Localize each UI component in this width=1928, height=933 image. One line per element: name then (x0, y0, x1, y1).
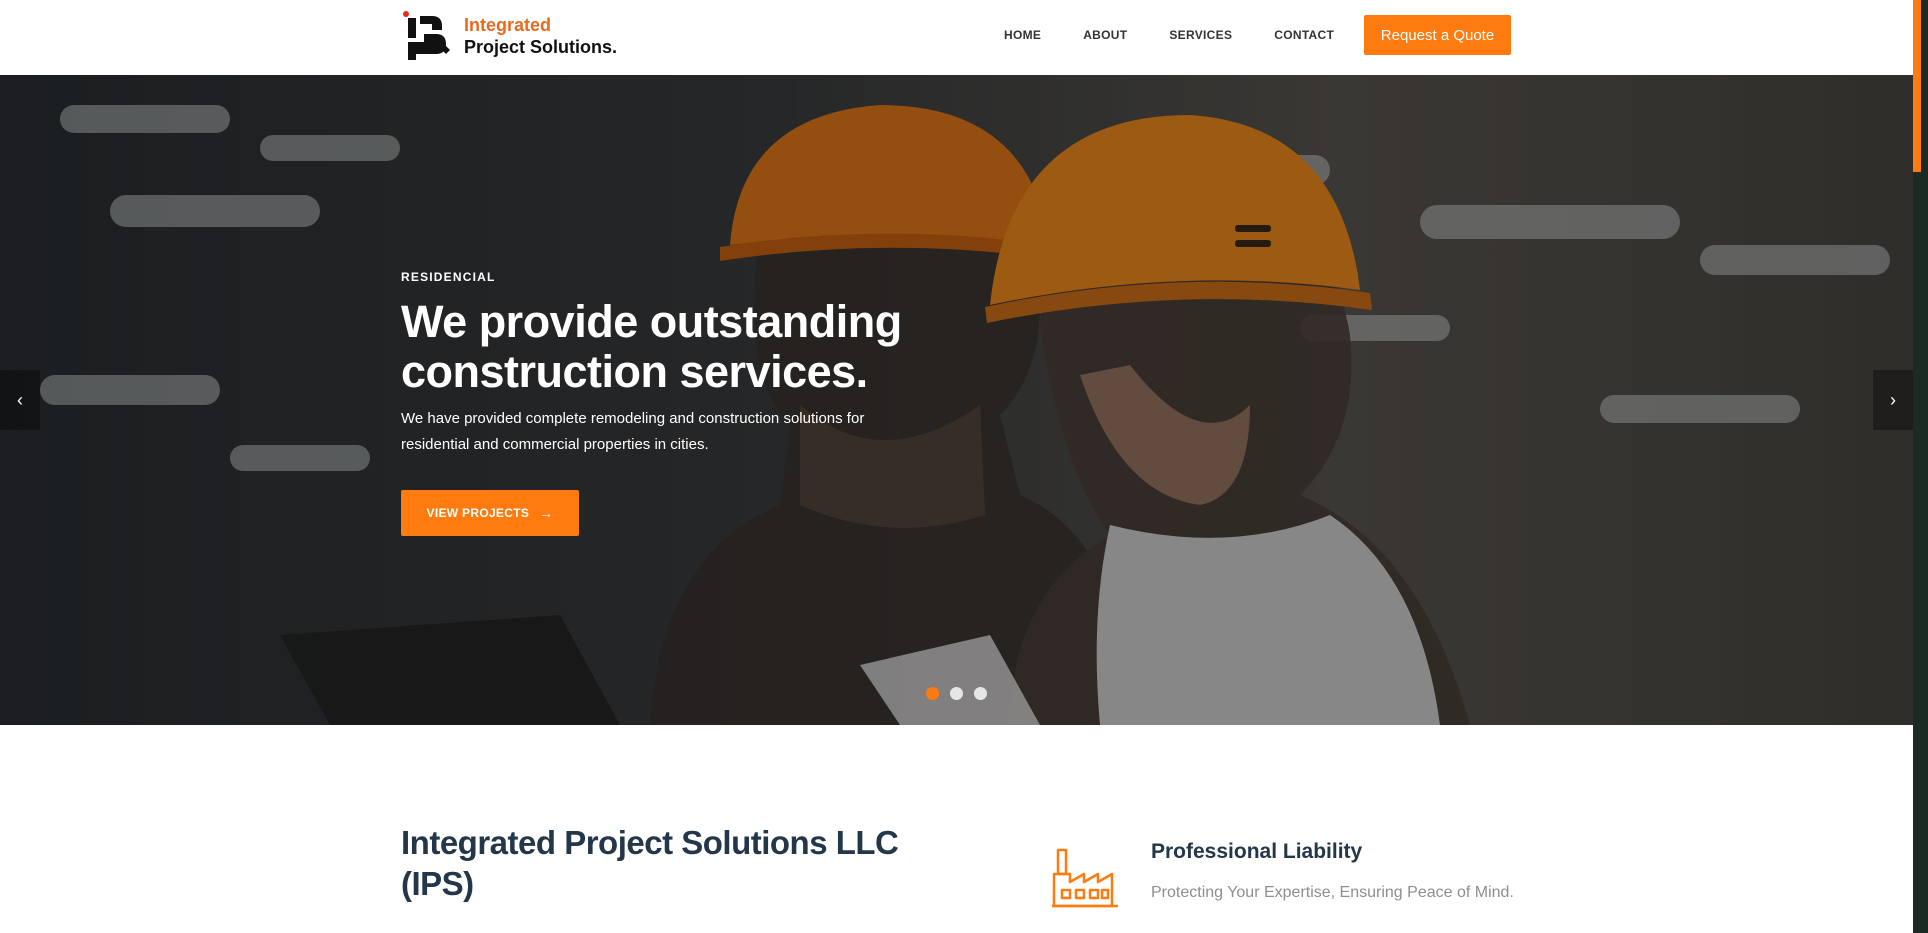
site-header: Integrated Project Solutions. HOME ABOUT… (0, 0, 1913, 75)
chevron-right-icon: › (1890, 389, 1896, 410)
arrow-right-icon: → (539, 505, 554, 521)
request-quote-button[interactable]: Request a Quote (1364, 15, 1511, 55)
company-title: Integrated Project Solutions LLC (IPS) (401, 824, 899, 902)
hero-slider: RESIDENCIAL We provide outstanding const… (0, 75, 1913, 725)
main-nav: HOME ABOUT SERVICES CONTACT (1004, 0, 1376, 70)
logo-mark-icon (403, 11, 450, 60)
chevron-left-icon: ‹ (17, 389, 23, 410)
logo-text-primary: Integrated (464, 15, 552, 35)
nav-item-home[interactable]: HOME (1004, 28, 1041, 42)
view-projects-button[interactable]: VIEW PROJECTS → (401, 490, 579, 536)
hero-description: We have provided complete remodeling and… (401, 410, 865, 453)
feature-description: Protecting Your Expertise, Ensuring Peac… (1151, 884, 1514, 901)
slider-dot-1[interactable] (926, 687, 939, 700)
slider-prev-button[interactable]: ‹ (0, 370, 40, 430)
slider-dot-3[interactable] (974, 687, 987, 700)
nav-item-contact[interactable]: CONTACT (1274, 28, 1334, 42)
page-scrollbar[interactable] (1913, 0, 1928, 933)
hero-dark-overlay (0, 75, 1913, 725)
nav-item-services[interactable]: SERVICES (1169, 28, 1232, 42)
nav-item-about[interactable]: ABOUT (1083, 28, 1127, 42)
view-projects-label: VIEW PROJECTS (426, 506, 530, 520)
logo-text-secondary: Project Solutions. (464, 37, 618, 57)
hero-eyebrow: RESIDENCIAL (401, 270, 496, 284)
slider-next-button[interactable]: › (1873, 370, 1913, 430)
scrollbar-thumb[interactable] (1913, 0, 1921, 172)
site-logo[interactable]: Integrated Project Solutions. (402, 10, 617, 62)
factory-icon (1052, 848, 1118, 908)
feature-title: Professional Liability (1151, 840, 1363, 863)
hero-title: We provide outstanding construction serv… (401, 296, 902, 397)
slider-dot-2[interactable] (950, 687, 963, 700)
slider-pagination (926, 687, 998, 700)
